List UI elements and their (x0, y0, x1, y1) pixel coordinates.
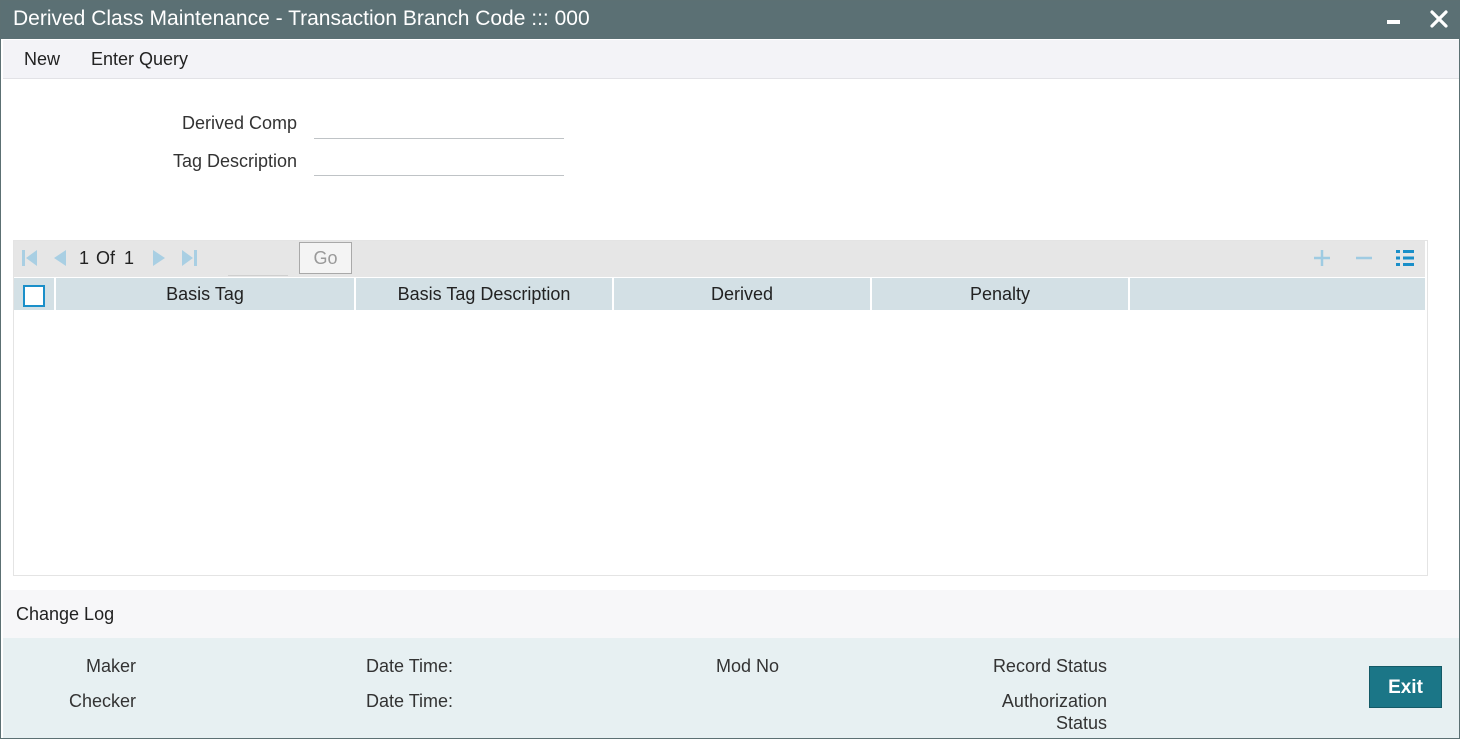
basis-tag-grid: 1 Of 1 Go Basis Tag Basis Tag Descriptio… (13, 240, 1428, 576)
derived-comp-input[interactable] (314, 114, 564, 139)
go-button[interactable]: Go (299, 242, 352, 274)
checker-date-time-label: Date Time: (366, 691, 454, 711)
next-page-icon[interactable] (150, 249, 168, 267)
current-page: 1 (79, 248, 90, 268)
tag-description-label: Tag Description (172, 151, 297, 171)
total-pages: 1 (124, 248, 135, 268)
exit-button[interactable]: Exit (1369, 666, 1442, 708)
menu-bar: New Enter Query (3, 40, 1459, 79)
title-bar: Derived Class Maintenance - Transaction … (1, 1, 1460, 39)
authorization-status-label-line1: Authorization (1001, 691, 1107, 711)
derived-class-window: Derived Class Maintenance - Transaction … (0, 0, 1460, 739)
grid-toolbar: 1 Of 1 Go (14, 241, 1425, 277)
tag-description-input[interactable] (314, 151, 564, 176)
delete-row-icon[interactable] (1354, 248, 1374, 268)
derived-comp-label: Derived Comp (181, 113, 297, 133)
last-page-icon[interactable] (180, 249, 198, 267)
grid-body (14, 310, 1425, 573)
first-page-icon[interactable] (21, 249, 39, 267)
column-header-penalty[interactable]: Penalty (872, 278, 1130, 310)
select-all-cell (14, 278, 56, 310)
of-label: Of (96, 248, 116, 268)
close-icon[interactable] (1425, 5, 1453, 33)
new-menu-item[interactable]: New (24, 49, 60, 70)
column-header-basis-tag[interactable]: Basis Tag (56, 278, 356, 310)
window-title: Derived Class Maintenance - Transaction … (13, 7, 590, 30)
enter-query-menu-item[interactable]: Enter Query (91, 49, 188, 70)
grid-header-row: Basis Tag Basis Tag Description Derived … (14, 278, 1425, 310)
audit-footer: Maker Checker Date Time: Date Time: Mod … (3, 638, 1459, 738)
record-status-label: Record Status (992, 656, 1107, 676)
column-header-derived[interactable]: Derived (614, 278, 872, 310)
maker-label: Maker (85, 656, 136, 676)
checker-label: Checker (68, 691, 136, 711)
select-all-checkbox[interactable] (23, 285, 45, 307)
column-header-empty (1130, 278, 1425, 310)
previous-page-icon[interactable] (51, 249, 69, 267)
page-number-input[interactable] (228, 245, 288, 276)
minimize-icon[interactable] (1379, 5, 1407, 33)
column-header-basis-tag-description[interactable]: Basis Tag Description (356, 278, 614, 310)
single-view-icon[interactable] (1395, 248, 1415, 268)
authorization-status-label-line2: Status (1055, 713, 1107, 733)
mod-no-label: Mod No (716, 656, 780, 676)
change-log-title: Change Log (16, 604, 115, 624)
change-log-bar: Change Log (3, 590, 1459, 638)
maker-date-time-label: Date Time: (366, 656, 454, 676)
add-row-icon[interactable] (1312, 248, 1332, 268)
